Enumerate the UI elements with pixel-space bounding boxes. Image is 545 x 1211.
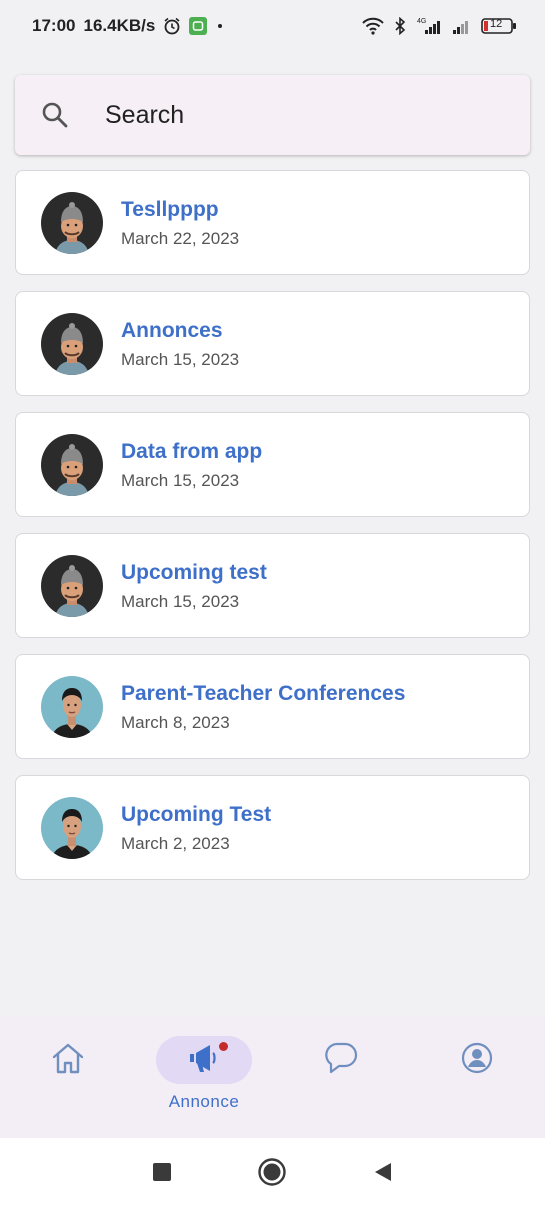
battery-level: 12 <box>490 18 503 30</box>
dot-icon <box>215 21 225 31</box>
chat-icon <box>323 1040 359 1081</box>
nav-pill <box>20 1036 116 1084</box>
announcement-date: March 15, 2023 <box>121 591 240 611</box>
announcement-card[interactable]: Upcoming test March 15, 2023 <box>15 533 530 638</box>
announcement-title: Parent-Teacher Conferences <box>121 681 406 705</box>
card-text: Upcoming Test March 2, 2023 <box>121 802 271 854</box>
announcement-title: Tesllpppp <box>121 197 219 221</box>
avatar <box>41 191 103 254</box>
announcement-title: Annonces <box>121 318 223 342</box>
network-label: 4G <box>417 18 426 25</box>
signal-icon: 4G <box>415 16 443 36</box>
recent-apps-icon[interactable] <box>152 1162 172 1187</box>
app-notification-icon <box>189 17 208 35</box>
announcement-card[interactable]: Parent-Teacher Conferences March 8, 2023 <box>15 654 530 759</box>
bluetooth-icon <box>393 17 407 35</box>
card-text: Data from app March 15, 2023 <box>121 439 262 491</box>
system-navigation <box>0 1138 545 1211</box>
search-input[interactable] <box>105 100 485 130</box>
announcement-list: Tesllpppp March 22, 2023 Annonces March … <box>15 170 530 896</box>
announcement-card[interactable]: Upcoming Test March 2, 2023 <box>15 775 530 880</box>
nav-home[interactable] <box>18 1036 118 1126</box>
alarm-icon <box>163 17 181 35</box>
card-text: Upcoming test March 15, 2023 <box>121 560 267 612</box>
avatar <box>41 433 103 496</box>
announcement-title: Upcoming Test <box>121 802 272 826</box>
nav-chat[interactable] <box>291 1036 391 1126</box>
nav-annonce[interactable]: Annonce <box>154 1036 254 1126</box>
announcement-date: March 22, 2023 <box>121 228 240 248</box>
signal-2-icon <box>451 16 473 36</box>
status-speed: 16.4KB/s <box>83 16 156 35</box>
profile-icon <box>460 1041 494 1080</box>
announcement-card[interactable]: Annonces March 15, 2023 <box>15 291 530 396</box>
nav-pill <box>293 1036 389 1084</box>
status-right: 4G 12 <box>361 16 517 36</box>
bottom-navigation: Annonce <box>0 1016 545 1138</box>
nav-pill <box>429 1036 525 1084</box>
status-time: 17:00 <box>32 16 76 35</box>
status-left: 17:00 16.4KB/s <box>32 16 225 36</box>
avatar <box>41 796 103 859</box>
home-button-icon[interactable] <box>257 1157 287 1192</box>
announcement-date: March 2, 2023 <box>121 833 230 853</box>
card-text: Annonces March 15, 2023 <box>121 318 239 370</box>
back-icon[interactable] <box>372 1161 394 1188</box>
card-text: Tesllpppp March 22, 2023 <box>121 197 239 249</box>
wifi-icon <box>361 17 385 35</box>
announcement-title: Data from app <box>121 439 263 463</box>
status-bar: 17:00 16.4KB/s 4G 12 <box>0 0 545 52</box>
nav-pill-active <box>156 1036 252 1084</box>
avatar <box>41 312 103 375</box>
announcement-date: March 15, 2023 <box>121 470 240 490</box>
avatar <box>41 554 103 617</box>
avatar <box>41 675 103 738</box>
notification-dot <box>219 1042 228 1051</box>
announcement-card[interactable]: Tesllpppp March 22, 2023 <box>15 170 530 275</box>
announcement-date: March 8, 2023 <box>121 712 230 732</box>
home-icon <box>50 1040 86 1081</box>
nav-profile[interactable] <box>427 1036 527 1126</box>
search-bar[interactable] <box>15 75 530 155</box>
announcement-title: Upcoming test <box>121 560 267 584</box>
search-icon <box>39 99 71 131</box>
battery-icon: 12 <box>481 17 517 35</box>
announcement-card[interactable]: Data from app March 15, 2023 <box>15 412 530 517</box>
card-text: Parent-Teacher Conferences March 8, 2023 <box>121 681 405 733</box>
announcement-date: March 15, 2023 <box>121 349 240 369</box>
megaphone-icon <box>187 1041 221 1080</box>
nav-label: Annonce <box>168 1092 240 1111</box>
